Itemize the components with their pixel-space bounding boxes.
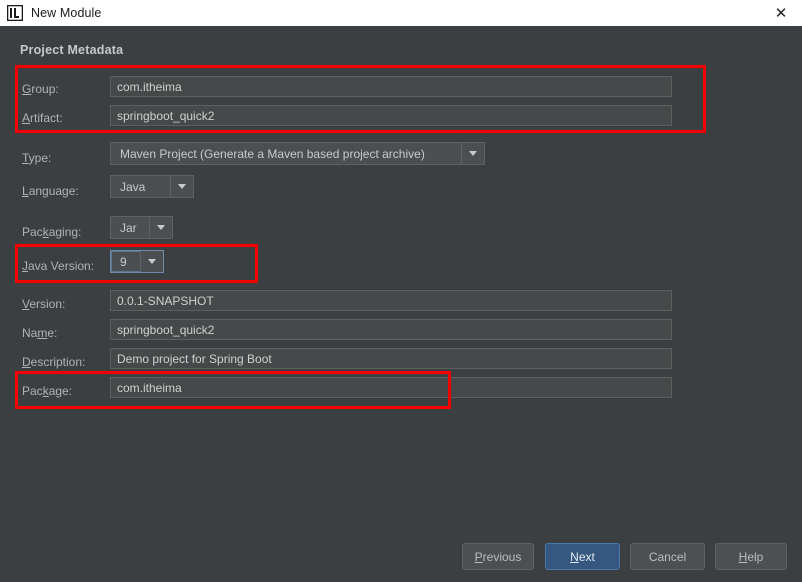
cancel-button[interactable]: Cancel	[630, 543, 705, 570]
next-button[interactable]: Next	[545, 543, 620, 570]
java-version-combobox[interactable]: 9	[110, 250, 164, 273]
label-artifact: Artifact:	[22, 111, 63, 125]
label-packaging: Packaging:	[22, 225, 82, 239]
section-title-project-metadata: Project Metadata	[20, 43, 124, 57]
chevron-down-icon[interactable]	[140, 251, 163, 272]
chevron-down-icon[interactable]	[170, 176, 193, 197]
label-type: Type:	[22, 151, 52, 165]
packaging-combobox-value: Jar	[120, 220, 137, 235]
type-combobox-value: Maven Project (Generate a Maven based pr…	[120, 146, 425, 161]
artifact-input[interactable]: springboot_quick2	[110, 105, 672, 126]
new-module-dialog: Project Metadata Group: com.itheima Arti…	[0, 26, 802, 582]
previous-button[interactable]: Previous	[462, 543, 534, 570]
intellij-idea-icon	[6, 4, 24, 22]
close-icon[interactable]: ✕	[760, 0, 802, 26]
type-combobox[interactable]: Maven Project (Generate a Maven based pr…	[110, 142, 485, 165]
label-language: Language:	[22, 184, 79, 198]
packaging-combobox[interactable]: Jar	[110, 216, 173, 239]
close-glyph: ✕	[774, 3, 788, 22]
label-package: Package:	[22, 384, 73, 398]
label-java-version: Java Version:	[22, 259, 95, 273]
description-input[interactable]: Demo project for Spring Boot	[110, 348, 672, 369]
window-titlebar: New Module ✕	[0, 0, 802, 27]
chevron-down-icon[interactable]	[461, 143, 484, 164]
next-button-label: Next	[570, 549, 595, 564]
previous-button-label: Previous	[474, 549, 522, 564]
label-group: Group:	[22, 82, 59, 96]
dialog-button-bar: Previous Next Cancel Help	[0, 534, 802, 582]
help-button-label: Help	[738, 549, 764, 564]
java-version-combobox-value: 9	[120, 254, 127, 269]
version-input[interactable]: 0.0.1-SNAPSHOT	[110, 290, 672, 311]
chevron-down-icon[interactable]	[149, 217, 172, 238]
language-combobox[interactable]: Java	[110, 175, 194, 198]
label-description: Description:	[22, 355, 86, 369]
name-input[interactable]: springboot_quick2	[110, 319, 672, 340]
language-combobox-value: Java	[120, 179, 146, 194]
label-name: Name:	[22, 326, 58, 340]
group-input[interactable]: com.itheima	[110, 76, 672, 97]
label-version: Version:	[22, 297, 66, 311]
window-title: New Module	[31, 6, 102, 20]
help-button[interactable]: Help	[715, 543, 787, 570]
cancel-button-label: Cancel	[648, 549, 687, 564]
package-input[interactable]: com.itheima	[110, 377, 672, 398]
